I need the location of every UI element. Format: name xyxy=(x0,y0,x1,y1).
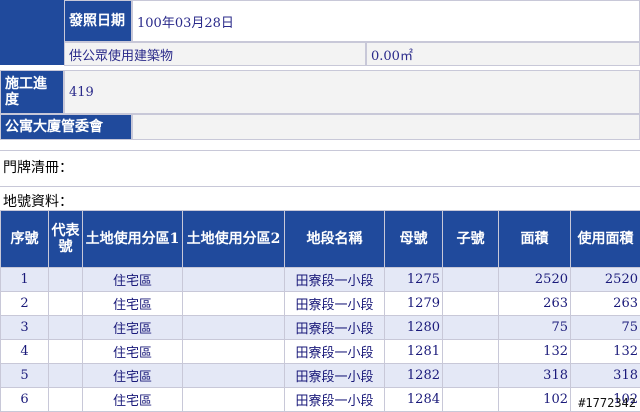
cell-zone2 xyxy=(182,267,285,292)
cell-seq: 4 xyxy=(0,339,49,364)
table-row: 4 住宅區 田寮段一小段 1281 132 132 xyxy=(0,339,640,364)
cell-zone1: 住宅區 xyxy=(82,315,183,340)
cell-used-area: 75 xyxy=(570,315,640,340)
cell-used-area: 2520 xyxy=(570,267,640,292)
cell-parent-no: 1280 xyxy=(384,315,443,340)
cell-zone1: 住宅區 xyxy=(82,339,183,364)
cell-area: 318 xyxy=(498,363,571,388)
cell-zone2 xyxy=(182,387,285,412)
cell-zone2 xyxy=(182,291,285,316)
cell-rep xyxy=(48,267,83,292)
cell-zone1: 住宅區 xyxy=(82,387,183,412)
cell-section-name: 田寮段一小段 xyxy=(284,315,385,340)
committee-label: 公寓大廈管委會 xyxy=(5,119,103,135)
cell-area: 263 xyxy=(498,291,571,316)
committee-label-cell: 公寓大廈管委會 xyxy=(0,114,132,140)
cell-parent-no: 1279 xyxy=(384,291,443,316)
table-row: 3 住宅區 田寮段一小段 1280 75 75 xyxy=(0,315,640,340)
cell-rep xyxy=(48,291,83,316)
cell-rep xyxy=(48,387,83,412)
cell-child-no xyxy=(442,267,499,292)
cell-zone1: 住宅區 xyxy=(82,267,183,292)
table-row: 6 住宅區 田寮段一小段 1284 102 102 xyxy=(0,387,640,412)
header-seq: 序號 xyxy=(0,210,49,268)
land-label: 地號資料： xyxy=(3,194,73,210)
issue-date-label-cell: 發照日期 xyxy=(64,0,132,42)
header-child-no: 子號 xyxy=(442,210,499,268)
cell-zone2 xyxy=(182,339,285,364)
cell-parent-no: 1281 xyxy=(384,339,443,364)
cell-section-name: 田寮段一小段 xyxy=(284,291,385,316)
cell-section-name: 田寮段一小段 xyxy=(284,267,385,292)
cell-seq: 3 xyxy=(0,315,49,340)
progress-value-cell: 419 xyxy=(64,70,640,114)
cell-child-no xyxy=(442,291,499,316)
table-row: 1 住宅區 田寮段一小段 1275 2520 2520 xyxy=(0,267,640,292)
cell-used-area: 132 xyxy=(570,339,640,364)
doorplate-label: 門牌清冊： xyxy=(3,160,73,176)
cell-section-name: 田寮段一小段 xyxy=(284,363,385,388)
watermark-id: #1772342 xyxy=(578,396,636,410)
issue-date-value-cell: 100年03月28日 xyxy=(132,0,640,42)
cell-zone2 xyxy=(182,315,285,340)
header-zone1: 土地使用分區1 xyxy=(82,210,183,268)
cell-section-name: 田寮段一小段 xyxy=(284,339,385,364)
land-section: 地號資料： xyxy=(0,186,640,210)
cell-parent-no: 1275 xyxy=(384,267,443,292)
cell-seq: 1 xyxy=(0,267,49,292)
cell-child-no xyxy=(442,363,499,388)
header-area: 面積 xyxy=(498,210,571,268)
committee-value-cell xyxy=(132,114,640,140)
header-section-name: 地段名稱 xyxy=(284,210,385,268)
table-row: 5 住宅區 田寮段一小段 1282 318 318 xyxy=(0,363,640,388)
progress-value: 419 xyxy=(69,84,94,100)
land-table: 序號 代表號 土地使用分區1 土地使用分區2 地段名稱 母號 子號 面積 使用面… xyxy=(0,210,640,412)
cell-parent-no: 1284 xyxy=(384,387,443,412)
header-used-area: 使用面積 xyxy=(570,210,640,268)
cell-child-no xyxy=(442,387,499,412)
cell-rep xyxy=(48,339,83,364)
progress-label: 施工進度 xyxy=(5,76,47,108)
left-blue-strip xyxy=(0,0,64,65)
cell-parent-no: 1282 xyxy=(384,363,443,388)
cell-rep xyxy=(48,315,83,340)
cell-seq: 5 xyxy=(0,363,49,388)
cell-used-area: 263 xyxy=(570,291,640,316)
public-building-label-cell: 供公眾使用建築物 xyxy=(64,42,366,66)
issue-date-value: 100年03月28日 xyxy=(137,15,234,31)
cell-zone2 xyxy=(182,363,285,388)
issue-date-label: 發照日期 xyxy=(69,13,125,29)
table-row: 2 住宅區 田寮段一小段 1279 263 263 xyxy=(0,291,640,316)
progress-label-cell: 施工進度 xyxy=(0,70,64,114)
cell-zone1: 住宅區 xyxy=(82,363,183,388)
public-building-label: 供公眾使用建築物 xyxy=(69,48,174,64)
cell-area: 102 xyxy=(498,387,571,412)
cell-area: 132 xyxy=(498,339,571,364)
doorplate-section: 門牌清冊： xyxy=(0,150,640,180)
public-building-value-cell: 0.00㎡ xyxy=(366,42,640,66)
cell-rep xyxy=(48,363,83,388)
cell-child-no xyxy=(442,315,499,340)
cell-child-no xyxy=(442,339,499,364)
table-header-row: 序號 代表號 土地使用分區1 土地使用分區2 地段名稱 母號 子號 面積 使用面… xyxy=(0,210,640,268)
cell-area: 75 xyxy=(498,315,571,340)
cell-zone1: 住宅區 xyxy=(82,291,183,316)
public-building-value: 0.00㎡ xyxy=(371,48,413,64)
cell-section-name: 田寮段一小段 xyxy=(284,387,385,412)
cell-used-area: 318 xyxy=(570,363,640,388)
cell-seq: 2 xyxy=(0,291,49,316)
cell-seq: 6 xyxy=(0,387,49,412)
cell-area: 2520 xyxy=(498,267,571,292)
header-rep: 代表號 xyxy=(48,210,83,268)
header-parent-no: 母號 xyxy=(384,210,443,268)
header-zone2: 土地使用分區2 xyxy=(182,210,285,268)
